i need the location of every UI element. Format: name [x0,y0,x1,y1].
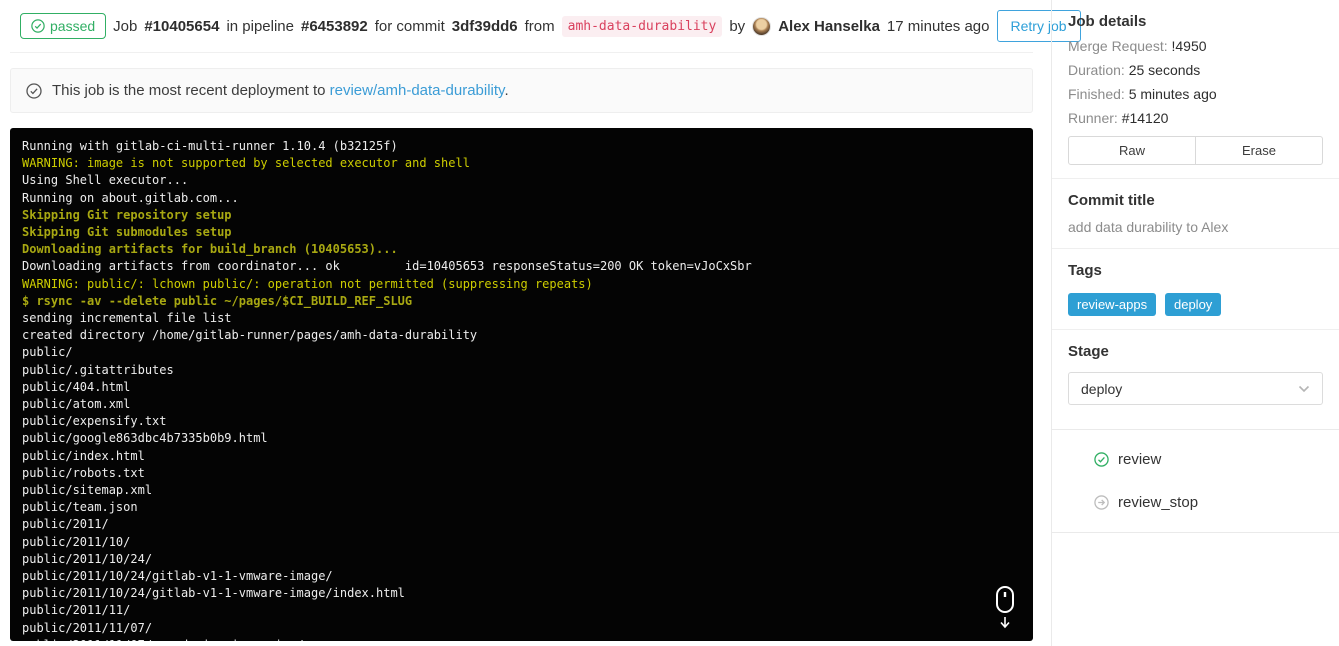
by-word: by [729,17,746,35]
detail-value: 25 seconds [1128,62,1201,78]
job-sidebar: Job details Merge Request: !4950 Duratio… [1051,0,1339,646]
stage-dropdown[interactable]: deploy [1068,372,1323,405]
log-line: Running on about.gitlab.com... [22,190,239,205]
status-success-icon [1094,452,1109,467]
raw-button[interactable]: Raw [1068,136,1196,165]
log-line: Downloading artifacts from coordinator..… [22,259,752,274]
log-line: public/atom.xml [22,397,131,412]
notice-text-suffix: . [504,82,509,99]
tags-section: Tags review-apps deploy [1052,248,1339,329]
deployment-notice: This job is the most recent deployment t… [10,68,1033,113]
log-line: Downloading artifacts for build_branch (… [22,242,398,257]
mouse-scroll-icon [996,585,1014,629]
job-id-link[interactable]: #10405654 [144,18,219,35]
check-circle-icon [31,19,45,33]
log-line: public/2011/11/07/ [22,620,153,635]
job-details-section: Job details Merge Request: !4950 Duratio… [1052,0,1339,178]
notice-check-circle-icon [26,82,42,99]
notice-text-prefix: This job is the most recent deployment t… [52,82,326,99]
from-word: from [524,17,555,35]
in-pipeline-word: in pipeline [226,17,294,35]
stage-dropdown-value: deploy [1081,380,1123,397]
log-line: public/ [22,345,73,360]
log-line: public/2011/10/24/gitlab-v1-1-vmware-ima… [22,569,333,584]
job-header: passed Job #10405654 in pipeline #645389… [10,0,1081,53]
author-avatar[interactable] [752,16,772,36]
tag-badge[interactable]: review-apps [1068,293,1157,316]
log-line: public/2011/10/24/ [22,551,153,566]
log-line: sending incremental file list [22,311,232,326]
log-line: Skipping Git submodules setup [22,225,232,240]
main-column: passed Job #10405654 in pipeline #645389… [0,0,1081,646]
stage-job-item[interactable]: review [1052,438,1339,481]
job-page: passed Job #10405654 in pipeline #645389… [0,0,1339,646]
job-detail-row: Runner: #14120 [1068,110,1323,126]
build-log-terminal: Running with gitlab-ci-multi-runner 1.10… [10,128,1033,641]
commit-title-section: Commit title add data durability to Alex [1052,178,1339,248]
log-line: public/2011/ [22,517,109,532]
log-line: WARNING: public/: lchown public/: operat… [22,276,593,291]
stage-job-name: review_stop [1118,494,1199,511]
commit-title-heading: Commit title [1068,192,1155,209]
stage-section: Stage deploy [1052,329,1339,429]
detail-value: 5 minutes ago [1128,86,1217,102]
stage-jobs-list: review review_stop [1052,429,1339,533]
detail-value: !4950 [1171,38,1207,54]
detail-value: #14120 [1121,110,1169,126]
stage-heading: Stage [1068,343,1109,360]
job-word: Job [113,17,138,35]
log-line: public/index.html [22,448,145,463]
commit-sha-link[interactable]: 3df39dd6 [452,18,518,35]
pipeline-id-link[interactable]: #6453892 [301,18,368,35]
log-line: public/.gitattributes [22,362,174,377]
job-time-ago: 17 minutes ago [886,17,990,35]
tags-heading: Tags [1068,262,1102,279]
for-commit-word: for commit [374,17,445,35]
scroll-down-indicator[interactable] [992,585,1018,636]
chevron-down-icon [1298,385,1310,393]
log-line: Using Shell executor... [22,173,189,188]
detail-label: Finished: [1068,86,1125,102]
commit-title-text: add data durability to Alex [1068,219,1229,235]
log-line: WARNING: image is not supported by selec… [22,156,470,171]
log-line: $ rsync -av --delete public ~/pages/$CI_… [22,293,413,308]
log-line: public/team.json [22,500,138,515]
log-line: public/google863dbc4b7335b0b9.html [22,431,268,446]
job-detail-row: Merge Request: !4950 [1068,38,1323,54]
log-line: public/2011/10/24/gitlab-v1-1-vmware-ima… [22,586,405,601]
deployment-environment-link[interactable]: review/amh-data-durability [330,82,505,99]
log-line: Running with gitlab-ci-multi-runner 1.10… [22,139,398,153]
stage-job-item[interactable]: review_stop [1052,481,1339,524]
status-badge[interactable]: passed [20,13,107,39]
tag-badge[interactable]: deploy [1164,293,1222,316]
log-line: public/robots.txt [22,465,145,480]
detail-label: Merge Request: [1068,38,1168,54]
status-badge-label: passed [50,18,96,34]
status-manual-icon [1094,495,1109,510]
job-detail-row: Duration: 25 seconds [1068,62,1323,78]
stage-job-name: review [1118,451,1162,468]
log-line: Skipping Git repository setup [22,207,232,222]
log-line: created directory /home/gitlab-runner/pa… [22,328,478,343]
erase-button[interactable]: Erase [1195,136,1323,165]
job-detail-row: Finished: 5 minutes ago [1068,86,1323,102]
log-line: public/404.html [22,379,131,394]
detail-label: Runner: [1068,110,1118,126]
branch-badge[interactable]: amh-data-durability [561,15,723,37]
log-line: public/2011/11/ [22,603,131,618]
log-line: public/2011/10/ [22,534,131,549]
author-name-link[interactable]: Alex Hanselka [778,18,880,35]
job-details-heading: Job details [1068,13,1147,30]
log-line: public/sitemap.xml [22,483,153,498]
detail-label: Duration: [1068,62,1125,78]
notice-text: This job is the most recent deployment t… [52,82,509,99]
log-line: public/expensify.txt [22,414,167,429]
log-line: public/2011/11/07/new-design-is-coming/ [22,637,1021,641]
log-actions-group: Raw Erase [1068,136,1323,165]
